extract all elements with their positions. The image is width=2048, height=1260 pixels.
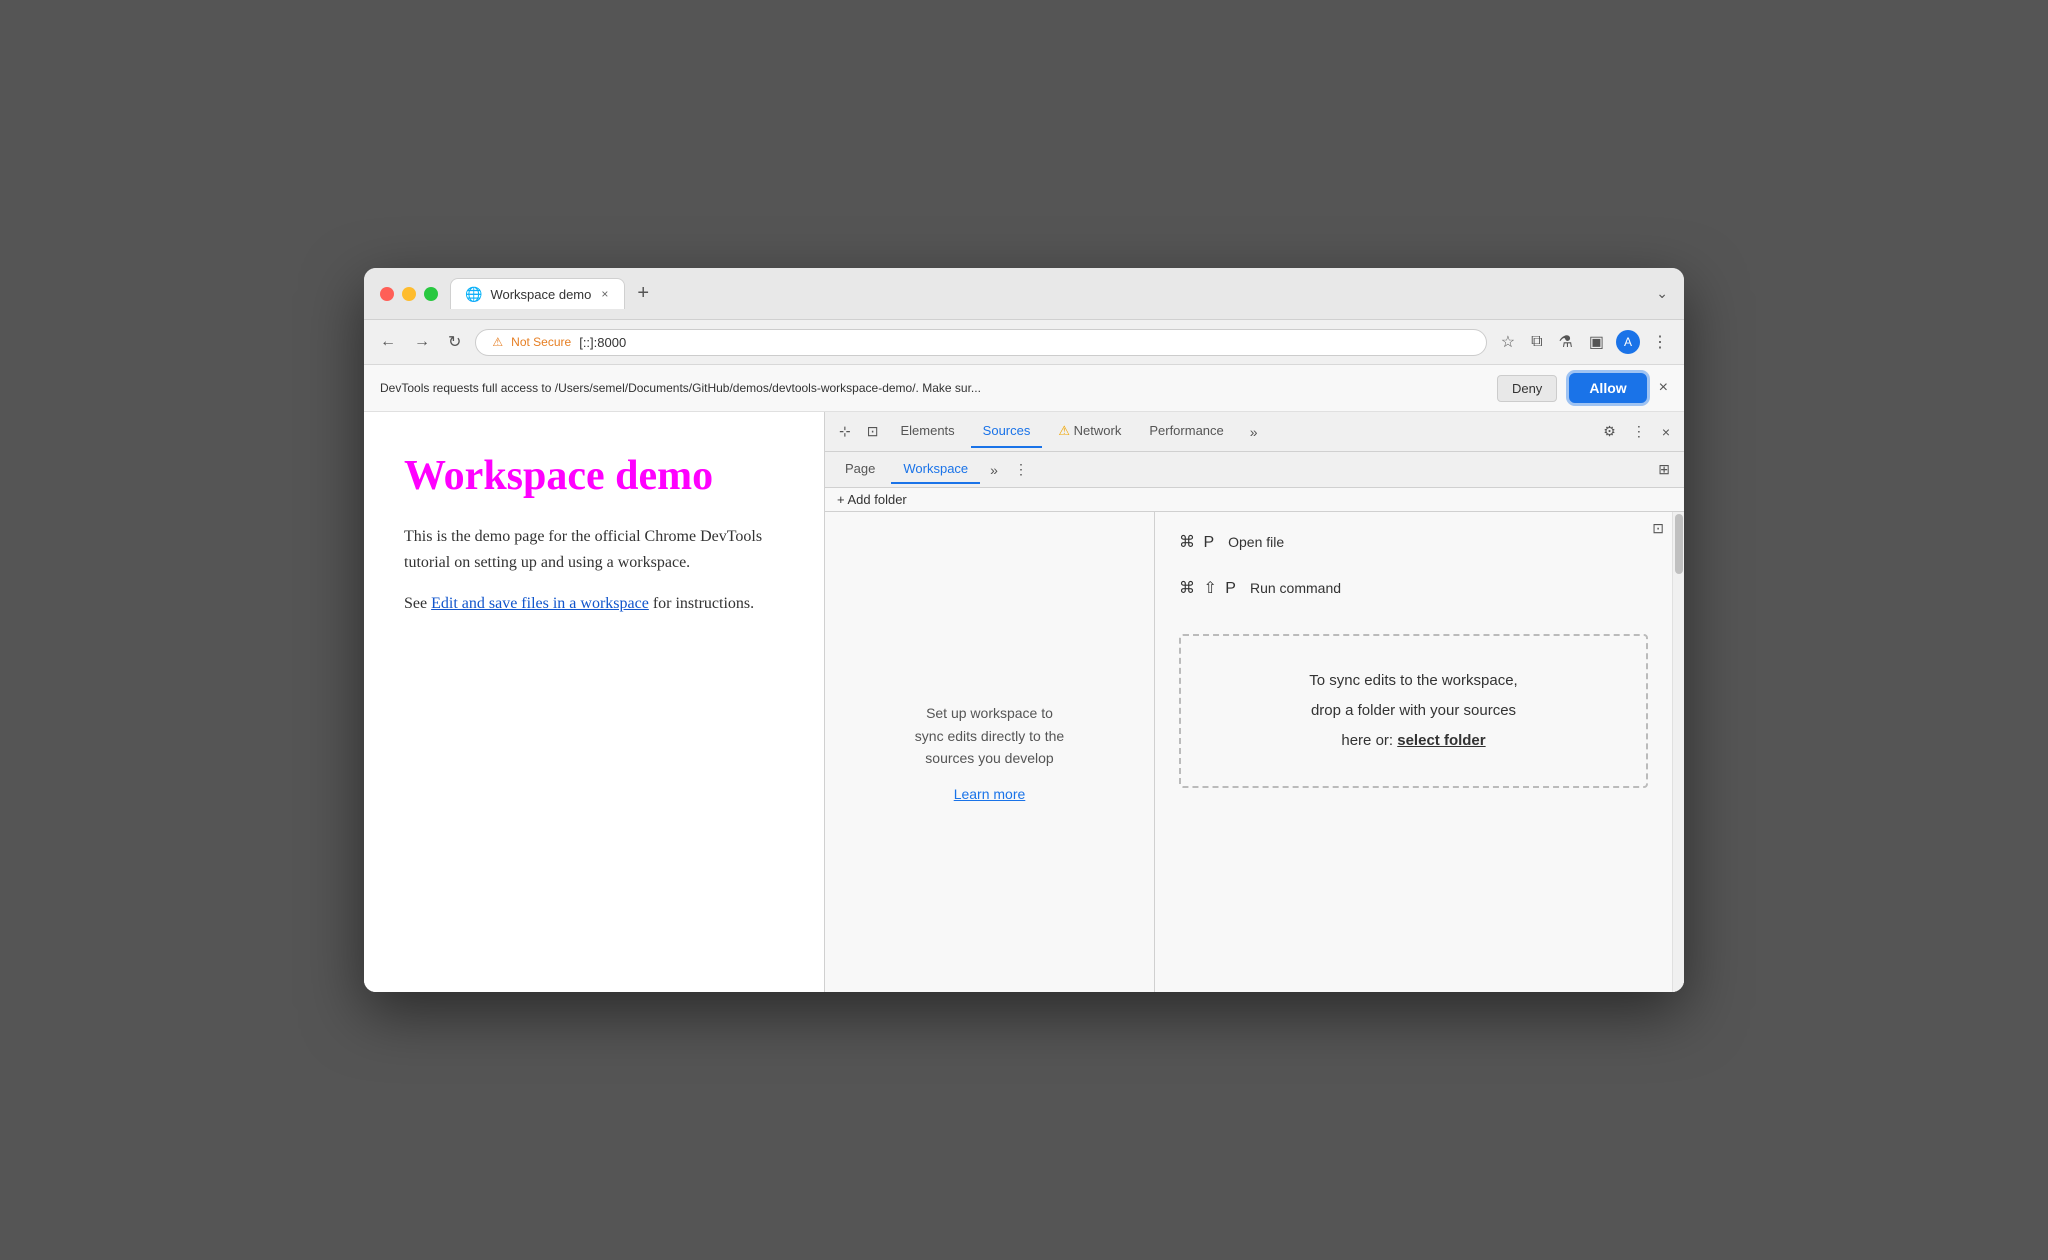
bookmark-icon[interactable]: ☆	[1497, 328, 1519, 356]
tab-elements[interactable]: Elements	[888, 415, 966, 448]
collapse-panel-icon[interactable]: ⊡	[1652, 520, 1664, 537]
notification-text: DevTools requests full access to /Users/…	[380, 381, 1485, 395]
shortcut-keys-open: ⌘ P	[1179, 532, 1216, 552]
devtools-right-panel: ⊡ ⌘ P Open file ⌘ ⇧ P Run command To syn…	[1155, 512, 1684, 992]
notification-bar: DevTools requests full access to /Users/…	[364, 365, 1684, 412]
minimize-button[interactable]	[402, 287, 416, 301]
page-body: This is the demo page for the official C…	[404, 524, 784, 617]
tab-performance[interactable]: Performance	[1137, 415, 1235, 448]
devtools-close-icon[interactable]: ×	[1656, 420, 1676, 444]
device-mode-icon[interactable]: ⊡	[861, 419, 885, 444]
shortcut-keys-command: ⌘ ⇧ P	[1179, 578, 1238, 598]
tab-network[interactable]: ⚠ Network	[1046, 415, 1133, 449]
nav-bar: ← → ↻ ⚠ Not Secure [::]:8000 ☆ ⧉ ⚗ ▣ A ⋮	[364, 320, 1684, 365]
title-bar: 🌐 Workspace demo × + ⌄	[364, 268, 1684, 320]
profile-avatar[interactable]: A	[1616, 330, 1640, 354]
nav-actions: ☆ ⧉ ⚗ ▣ A ⋮	[1497, 328, 1672, 356]
devtools-body: Set up workspace to sync edits directly …	[825, 512, 1684, 992]
deny-button[interactable]: Deny	[1497, 375, 1557, 402]
drop-zone[interactable]: To sync edits to the workspace, drop a f…	[1179, 634, 1648, 788]
subtoolbar-toggle-icon[interactable]: ⊞	[1652, 457, 1676, 482]
subtoolbar-menu-icon[interactable]: ⋮	[1008, 457, 1034, 482]
sidebar-icon[interactable]: ▣	[1585, 328, 1608, 356]
chrome-menu-icon[interactable]: ⋮	[1648, 328, 1672, 356]
devtools-more-icon[interactable]: ⋮	[1626, 419, 1652, 444]
close-button[interactable]	[380, 287, 394, 301]
paragraph-2-prefix: See	[404, 595, 431, 612]
drop-zone-line2: drop a folder with your sources	[1311, 702, 1516, 719]
drop-zone-line3-prefix: here or:	[1341, 732, 1397, 749]
paragraph-1: This is the demo page for the official C…	[404, 524, 784, 575]
scrollbar-track[interactable]	[1673, 512, 1684, 992]
more-tabs-icon[interactable]: »	[1244, 420, 1264, 444]
tab-sources[interactable]: Sources	[971, 415, 1043, 448]
experiment-icon[interactable]: ⚗	[1555, 328, 1577, 356]
subtoolbar-more-icon[interactable]: »	[984, 458, 1004, 482]
scrollbar-thumb[interactable]	[1675, 514, 1683, 574]
tab-title: Workspace demo	[490, 287, 591, 302]
security-warning-icon: ⚠	[492, 335, 503, 349]
devtools-scrollbar[interactable]	[1672, 512, 1684, 992]
maximize-button[interactable]	[424, 287, 438, 301]
devtools-settings-icon[interactable]: ⚙	[1597, 419, 1622, 444]
paragraph-2: See Edit and save files in a workspace f…	[404, 591, 784, 617]
select-folder-link[interactable]: select folder	[1397, 732, 1485, 749]
devtools-right-content: ⊡ ⌘ P Open file ⌘ ⇧ P Run command To syn…	[1155, 512, 1672, 992]
subtab-workspace[interactable]: Workspace	[891, 455, 980, 484]
address-bar[interactable]: ⚠ Not Secure [::]:8000	[475, 329, 1486, 356]
shortcut-row-2: ⌘ ⇧ P Run command	[1179, 578, 1648, 598]
tab-favicon-icon: 🌐	[465, 286, 482, 303]
add-folder-bar: + Add folder	[825, 488, 1684, 512]
learn-more-link[interactable]: Learn more	[954, 786, 1026, 802]
extension-icon[interactable]: ⧉	[1527, 329, 1546, 355]
devtools-panel: ⊹ ⊡ Elements Sources ⚠ Network Performan…	[824, 412, 1684, 992]
tab-overflow-icon[interactable]: ⌄	[1656, 285, 1668, 302]
notification-close-icon[interactable]: ×	[1659, 379, 1668, 397]
not-secure-label: Not Secure	[511, 335, 571, 349]
devtools-actions: ⚙ ⋮ ×	[1597, 419, 1676, 444]
tab-bar: 🌐 Workspace demo × +	[450, 278, 1644, 309]
active-tab[interactable]: 🌐 Workspace demo ×	[450, 278, 625, 309]
tab-close-icon[interactable]: ×	[599, 285, 610, 303]
shortcut-row-1: ⌘ P Open file	[1179, 532, 1648, 552]
devtools-toolbar: ⊹ ⊡ Elements Sources ⚠ Network Performan…	[825, 412, 1684, 452]
devtools-subtoolbar: Page Workspace » ⋮ ⊞	[825, 452, 1684, 488]
webpage: Workspace demo This is the demo page for…	[364, 412, 824, 992]
subtab-page[interactable]: Page	[833, 455, 887, 484]
shortcut-label-command: Run command	[1250, 580, 1341, 596]
new-tab-button[interactable]: +	[629, 278, 657, 309]
main-content: Workspace demo This is the demo page for…	[364, 412, 1684, 992]
add-folder-button[interactable]: + Add folder	[825, 488, 1684, 511]
drop-zone-line1: To sync edits to the workspace,	[1309, 672, 1517, 689]
reload-button[interactable]: ↻	[444, 328, 465, 356]
workspace-left-panel: Set up workspace to sync edits directly …	[825, 512, 1155, 992]
url-text: [::]:8000	[579, 335, 626, 350]
forward-button[interactable]: →	[410, 329, 434, 355]
paragraph-2-suffix: for instructions.	[649, 595, 754, 612]
allow-button[interactable]: Allow	[1569, 373, 1646, 403]
workspace-link[interactable]: Edit and save files in a workspace	[431, 595, 649, 612]
browser-window: 🌐 Workspace demo × + ⌄ ← → ↻ ⚠ Not Secur…	[364, 268, 1684, 992]
back-button[interactable]: ←	[376, 329, 400, 355]
inspector-icon[interactable]: ⊹	[833, 419, 857, 444]
shortcut-label-open: Open file	[1228, 534, 1284, 550]
workspace-hint: Set up workspace to sync edits directly …	[915, 702, 1064, 769]
traffic-lights	[380, 287, 438, 301]
page-title: Workspace demo	[404, 452, 784, 500]
